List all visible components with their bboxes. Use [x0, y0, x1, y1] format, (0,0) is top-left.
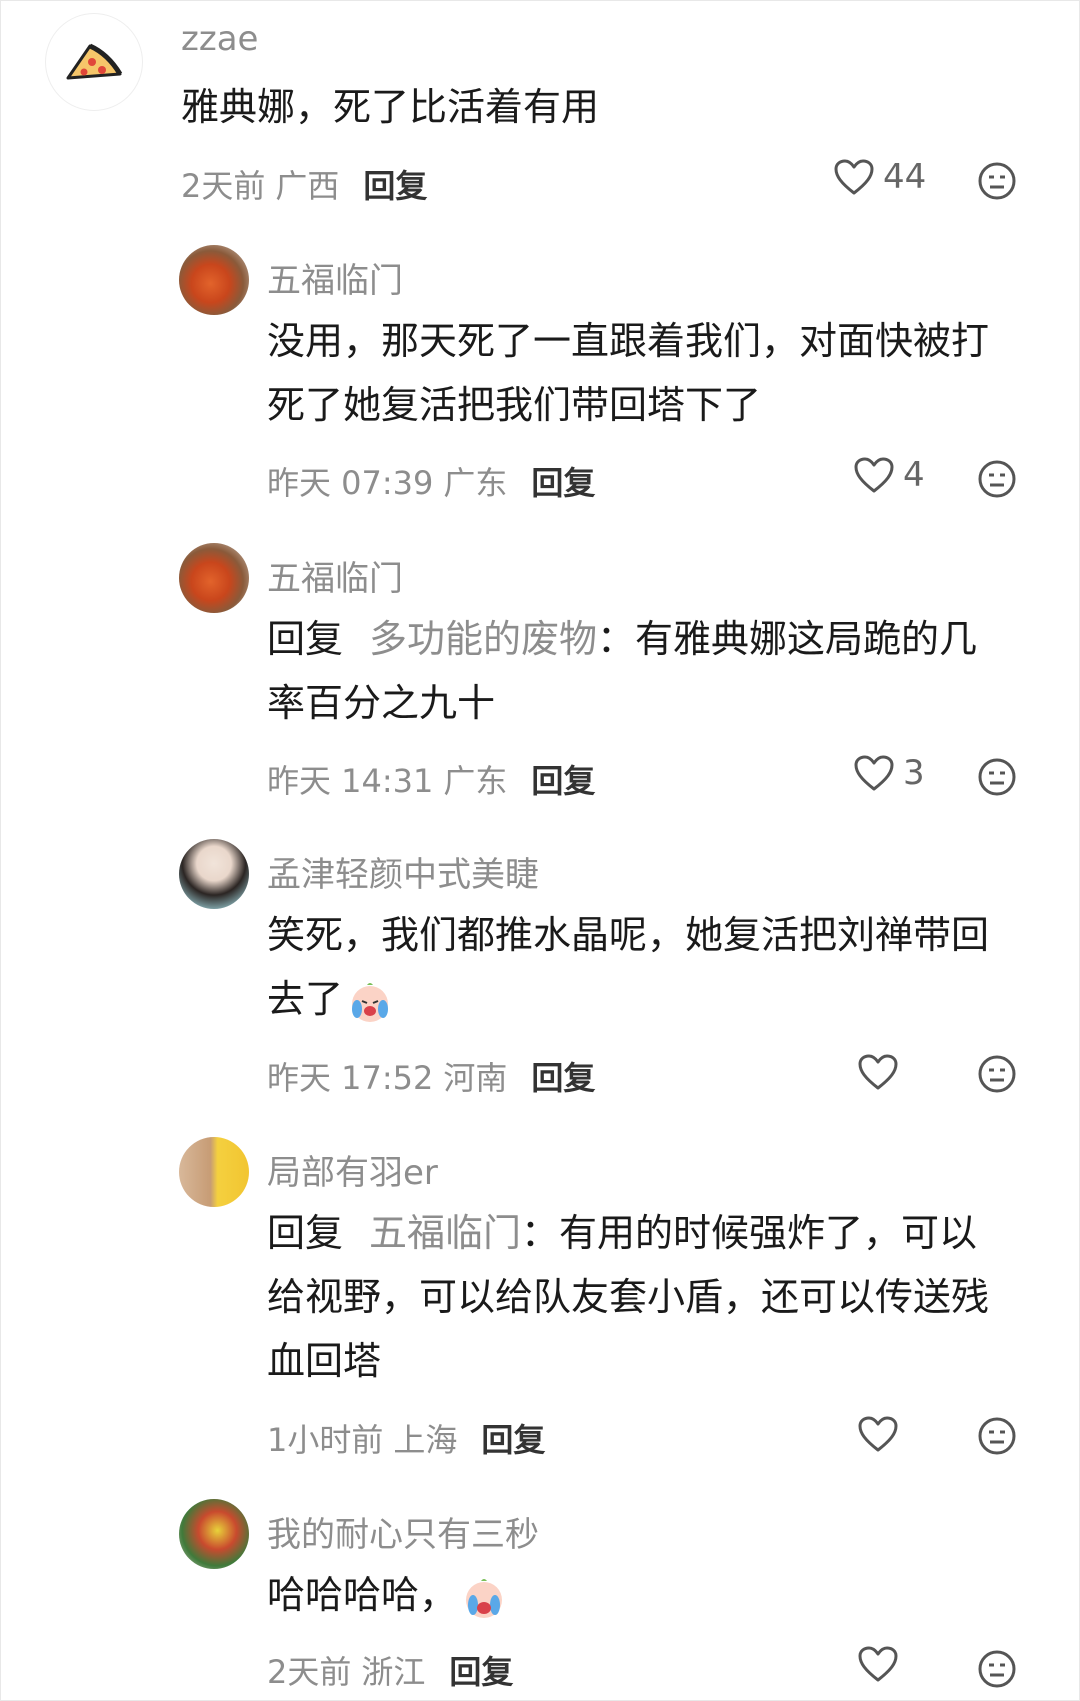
like-count: 3 [903, 753, 925, 793]
emoji-reaction-icon[interactable] [977, 757, 1017, 797]
emoji-reaction-icon[interactable] [977, 1054, 1017, 1094]
comment-location: 广东 [443, 762, 508, 800]
comment-username[interactable]: 五福临门 [267, 253, 403, 302]
emoji-reaction-icon[interactable] [977, 1416, 1017, 1456]
like-button[interactable] [857, 1053, 907, 1091]
comment-meta: 2天前 浙江 回复 [267, 1647, 513, 1693]
comment-location: 河南 [443, 1059, 508, 1097]
comment-meta: 2天前 广西 回复 [181, 161, 427, 207]
like-button[interactable] [857, 1645, 907, 1683]
crying-emoji-icon [466, 1578, 503, 1618]
reply-button[interactable]: 回复 [481, 1415, 545, 1461]
reply-target-user[interactable]: 五福临门 [369, 1211, 521, 1255]
comment-time: 2天前 [181, 167, 266, 205]
comment-username[interactable]: 局部有羽er [267, 1145, 438, 1194]
comment-time: 2天前 [267, 1653, 352, 1691]
comment-username[interactable]: 五福临门 [267, 551, 403, 600]
avatar[interactable] [179, 245, 249, 315]
comment-meta: 昨天 14:31 广东 回复 [267, 756, 595, 802]
like-count: 44 [883, 157, 927, 197]
avatar[interactable] [45, 13, 143, 111]
comment-meta: 昨天 17:52 河南 回复 [267, 1053, 595, 1099]
comment-text: 雅典娜，死了比活着有用 [181, 85, 600, 129]
comment-time: 昨天 14:31 [267, 762, 434, 800]
comment-text: 没用，那天死了一直跟着我们，对面快被打 死了她复活把我们带回塔下了 [267, 319, 990, 427]
comment-username[interactable]: 我的耐心只有三秒 [267, 1507, 539, 1556]
heart-icon [854, 457, 894, 493]
emoji-reaction-icon[interactable] [977, 1649, 1017, 1689]
like-button[interactable]: 4 [853, 455, 925, 495]
avatar[interactable] [179, 1499, 249, 1569]
comment-list: zzae 雅典娜，死了比活着有用 2天前 广西 回复 44 五福临门 没用，那天… [0, 0, 1080, 1701]
reply-button[interactable]: 回复 [531, 458, 595, 504]
comment-location: 广东 [443, 464, 508, 502]
comment-username[interactable]: 孟津轻颜中式美睫 [267, 847, 539, 896]
heart-icon [858, 1646, 898, 1682]
avatar[interactable] [179, 1137, 249, 1207]
reply-button[interactable]: 回复 [363, 161, 427, 207]
reply-target-user[interactable]: 多功能的废物 [369, 617, 597, 661]
comment-location: 上海 [393, 1421, 458, 1459]
heart-icon [858, 1416, 898, 1452]
avatar[interactable] [179, 543, 249, 613]
emoji-reaction-icon[interactable] [977, 161, 1017, 201]
crying-laughing-emoji-icon [352, 982, 389, 1022]
reply-button[interactable]: 回复 [449, 1647, 513, 1693]
reply-prefix: 回复 [267, 617, 344, 661]
heart-icon [854, 755, 894, 791]
heart-icon [858, 1054, 898, 1090]
like-button[interactable] [857, 1415, 907, 1453]
comment-meta: 昨天 07:39 广东 回复 [267, 458, 595, 504]
avatar[interactable] [179, 839, 249, 909]
comment-location: 广西 [275, 167, 340, 205]
comment-username[interactable]: zzae [181, 19, 258, 59]
comment-location: 浙江 [361, 1653, 426, 1691]
comment-time: 1小时前 [267, 1421, 384, 1459]
comment-time: 昨天 07:39 [267, 464, 434, 502]
reply-button[interactable]: 回复 [531, 1053, 595, 1099]
pizza-icon [66, 43, 123, 80]
like-button[interactable]: 44 [833, 157, 926, 197]
emoji-reaction-icon[interactable] [977, 459, 1017, 499]
comment-text: 回复 五福临门：有用的时候强炸了，可以 给视野，可以给队友套小盾，还可以传送残 血… [267, 1211, 990, 1383]
reply-prefix: 回复 [267, 1211, 344, 1255]
like-count: 4 [903, 455, 925, 495]
comment-text: 哈哈哈哈， [267, 1563, 507, 1627]
comment-time: 昨天 17:52 [267, 1059, 434, 1097]
reply-button[interactable]: 回复 [531, 756, 595, 802]
like-button[interactable]: 3 [853, 753, 925, 793]
comment-text: 笑死，我们都推水晶呢，她复活把刘禅带回 去了 [267, 903, 989, 1031]
comment-text: 回复 多功能的废物：有雅典娜这局跪的几 率百分之九十 [267, 617, 978, 725]
heart-icon [834, 159, 874, 195]
comment-meta: 1小时前 上海 回复 [267, 1415, 545, 1461]
